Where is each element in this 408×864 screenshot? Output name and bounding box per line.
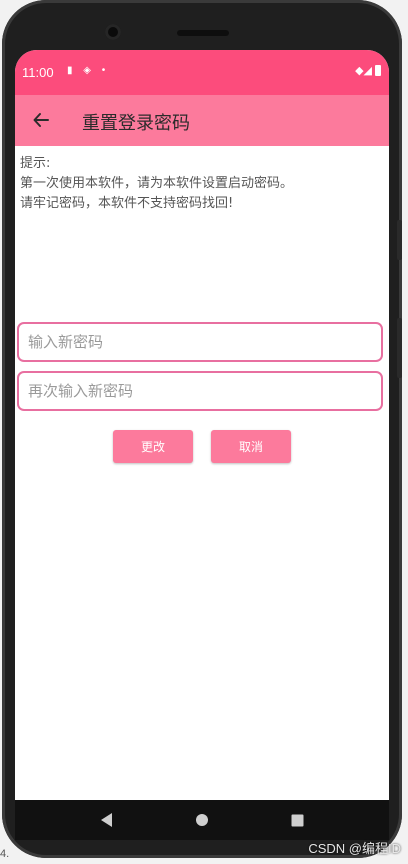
status-bar: 11:00 ▮ ◈ • ◆◢ — [15, 50, 389, 95]
navigation-bar — [15, 800, 389, 840]
hint-line-remember: 请牢记密码，本软件不支持密码找回! — [20, 196, 234, 211]
square-recents-icon — [291, 814, 304, 826]
notification-icons: ▮ ◈ • — [67, 65, 110, 76]
front-camera — [105, 24, 121, 40]
wifi-signal-icon: ◆◢ — [355, 65, 372, 77]
corner-mark: 4. — [0, 848, 10, 860]
confirm-password-input[interactable] — [17, 371, 383, 411]
hint-line-setup: 第一次使用本软件，请为本软件设置启动密码。 — [20, 176, 294, 191]
nav-home-button[interactable] — [190, 808, 214, 832]
nav-back-button[interactable] — [95, 808, 119, 832]
arrow-left-icon — [33, 113, 49, 127]
volume-button[interactable] — [397, 318, 402, 378]
new-password-input[interactable] — [17, 322, 383, 362]
app-screen: 11:00 ▮ ◈ • ◆◢ 重置登录密码 提示: 第一次使用本软件，请为本软件… — [15, 50, 389, 800]
csdn-watermark: CSDN @编程ID — [308, 841, 401, 856]
battery-icon — [375, 65, 381, 76]
status-right-icons: ◆◢ — [355, 64, 381, 77]
triangle-back-icon — [100, 813, 112, 827]
back-button[interactable] — [27, 106, 55, 134]
hint-heading: 提示: — [20, 156, 51, 171]
circle-home-icon — [195, 814, 208, 826]
status-time: 11:00 — [22, 65, 54, 80]
change-button[interactable]: 更改 — [113, 430, 193, 463]
hint-text: 提示: 第一次使用本软件，请为本软件设置启动密码。 请牢记密码，本软件不支持密码… — [20, 154, 293, 214]
earpiece-speaker — [177, 30, 229, 36]
app-bar: 重置登录密码 — [15, 95, 389, 146]
power-button[interactable] — [397, 220, 402, 260]
nav-recents-button[interactable] — [285, 808, 309, 832]
screenshot: 11:00 ▮ ◈ • ◆◢ 重置登录密码 提示: 第一次使用本软件，请为本软件… — [0, 0, 408, 864]
page-title: 重置登录密码 — [82, 113, 190, 134]
cancel-button[interactable]: 取消 — [211, 430, 291, 463]
